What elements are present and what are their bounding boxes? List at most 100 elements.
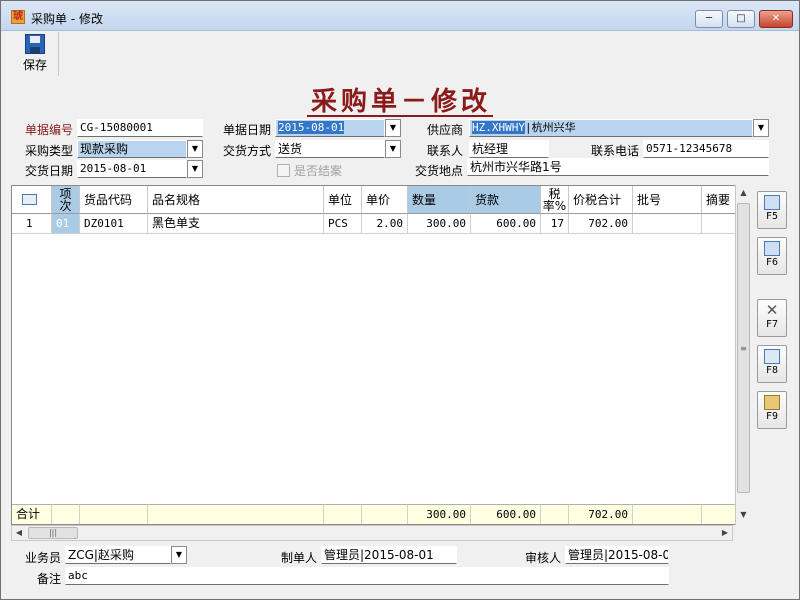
col-header-line-no[interactable]: 项次 bbox=[52, 186, 80, 214]
delivery-date-dropdown-icon[interactable]: ▼ bbox=[187, 160, 203, 178]
copy-row-button[interactable]: F8 bbox=[757, 345, 787, 383]
horizontal-scroll-thumb[interactable]: ||| bbox=[28, 527, 78, 539]
reviewer-label: 审核人 bbox=[525, 551, 562, 565]
col-header-batch-no[interactable]: 批号 bbox=[633, 186, 702, 214]
cell-amount[interactable]: 600.00 bbox=[471, 214, 541, 234]
delete-row-button[interactable]: ✕ F7 bbox=[757, 299, 787, 337]
copy-row-key: F8 bbox=[765, 365, 779, 376]
supplier-separator: | bbox=[524, 121, 532, 134]
append-row-icon bbox=[764, 241, 780, 256]
append-row-key: F6 bbox=[765, 257, 779, 268]
close-button[interactable]: ✕ bbox=[759, 10, 793, 28]
grid-horizontal-scrollbar[interactable]: ◀ ||| ▶ bbox=[11, 525, 733, 541]
supplier-field[interactable]: HZ.XHWHY|杭州兴华 bbox=[469, 119, 753, 137]
paste-row-icon bbox=[764, 395, 780, 410]
purchase-order-window: 琥 采购单 - 修改 ─ □ ✕ 保存 采购单－修改 单据编号 CG-15080… bbox=[0, 0, 800, 600]
save-button[interactable]: 保存 bbox=[15, 34, 55, 76]
col-header-quantity[interactable]: 数量 bbox=[408, 186, 471, 214]
form-title: 采购单－修改 bbox=[310, 87, 491, 117]
cell-total-with-tax[interactable]: 702.00 bbox=[569, 214, 633, 234]
closed-checkbox-label: 是否结案 bbox=[294, 164, 343, 178]
totals-empty-cell bbox=[80, 504, 148, 524]
supplier-label: 供应商 bbox=[427, 123, 464, 137]
delivery-method-select[interactable]: 送货 bbox=[275, 140, 385, 158]
toolbar: 保存 bbox=[9, 32, 59, 76]
grid-vertical-scrollbar[interactable]: ▲ ≡ ▼ bbox=[735, 185, 751, 525]
doc-date-value: 2015-08-01 bbox=[278, 121, 345, 134]
reviewer-field: 管理员|2015-08-01 bbox=[565, 546, 669, 564]
doc-date-dropdown-icon[interactable]: ▼ bbox=[385, 119, 401, 137]
col-header-amount[interactable]: 货款 bbox=[471, 186, 541, 214]
doc-no-label: 单据编号 bbox=[25, 123, 74, 137]
save-button-label: 保存 bbox=[22, 58, 47, 72]
cell-line-no[interactable]: 01 bbox=[52, 214, 80, 234]
minimize-button[interactable]: ─ bbox=[695, 10, 723, 28]
totals-empty-cell bbox=[362, 504, 408, 524]
doc-no-field[interactable]: CG-15080001 bbox=[77, 119, 203, 137]
remark-label: 备注 bbox=[37, 572, 62, 586]
purchase-type-dropdown-icon[interactable]: ▼ bbox=[187, 140, 203, 158]
app-logo-icon: 琥 bbox=[11, 10, 25, 24]
totals-quantity: 300.00 bbox=[408, 504, 471, 524]
insert-row-button[interactable]: F5 bbox=[757, 191, 787, 229]
supplier-code: HZ.XHWHY bbox=[472, 121, 525, 134]
cell-item-code[interactable]: DZ0101 bbox=[80, 214, 148, 234]
totals-empty-cell bbox=[148, 504, 324, 524]
contact-field[interactable]: 杭经理 bbox=[469, 140, 549, 158]
scroll-up-arrow-icon[interactable]: ▲ bbox=[736, 185, 751, 201]
vertical-scroll-thumb[interactable]: ≡ bbox=[737, 203, 750, 493]
col-header-item-code[interactable]: 货品代码 bbox=[80, 186, 148, 214]
items-grid: 项次 货品代码 品名规格 单位 单价 数量 货款 税率% 价税合计 批号 摘要 … bbox=[11, 185, 751, 525]
form-title-underline bbox=[307, 115, 493, 117]
totals-total-with-tax: 702.00 bbox=[569, 504, 633, 524]
insert-row-icon bbox=[764, 195, 780, 210]
cell-quantity[interactable]: 300.00 bbox=[408, 214, 471, 234]
doc-date-label: 单据日期 bbox=[223, 123, 272, 137]
delivery-place-field[interactable]: 杭州市兴华路1号 bbox=[467, 158, 769, 176]
totals-amount: 600.00 bbox=[471, 504, 541, 524]
row-number[interactable]: 1 bbox=[12, 214, 52, 234]
cell-unit[interactable]: PCS bbox=[324, 214, 362, 234]
phone-field[interactable]: 0571-12345678 bbox=[643, 140, 769, 158]
col-header-item-name[interactable]: 品名规格 bbox=[148, 186, 324, 214]
purchase-type-label: 采购类型 bbox=[25, 144, 74, 158]
totals-empty-cell bbox=[52, 504, 80, 524]
supplier-name: 杭州兴华 bbox=[531, 121, 576, 134]
scroll-down-arrow-icon[interactable]: ▼ bbox=[736, 507, 751, 523]
title-bar[interactable]: 琥 采购单 - 修改 ─ □ ✕ bbox=[1, 1, 799, 31]
cell-item-name[interactable]: 黑色单支 bbox=[148, 214, 324, 234]
cell-unit-price[interactable]: 2.00 bbox=[362, 214, 408, 234]
totals-empty-cell bbox=[702, 504, 736, 524]
totals-empty-cell bbox=[324, 504, 362, 524]
col-header-tax-rate[interactable]: 税率% bbox=[541, 186, 569, 214]
paste-row-button[interactable]: F9 bbox=[757, 391, 787, 429]
doc-date-field[interactable]: 2015-08-01 bbox=[275, 119, 385, 137]
salesman-select[interactable]: ZCG|赵采购 bbox=[65, 546, 171, 564]
col-header-total-with-tax[interactable]: 价税合计 bbox=[569, 186, 633, 214]
cell-memo[interactable] bbox=[702, 214, 736, 234]
salesman-dropdown-icon[interactable]: ▼ bbox=[171, 546, 187, 564]
remark-field[interactable]: abc bbox=[65, 567, 669, 585]
supplier-dropdown-icon[interactable]: ▼ bbox=[753, 119, 769, 137]
delete-row-icon: ✕ bbox=[765, 301, 779, 319]
paste-row-key: F9 bbox=[765, 411, 779, 422]
append-row-button[interactable]: F6 bbox=[757, 237, 787, 275]
col-header-memo[interactable]: 摘要 bbox=[702, 186, 736, 214]
scroll-left-arrow-icon[interactable]: ◀ bbox=[12, 526, 26, 540]
totals-empty-cell bbox=[541, 504, 569, 524]
contact-label: 联系人 bbox=[427, 144, 464, 158]
delivery-date-field[interactable]: 2015-08-01 bbox=[77, 160, 187, 178]
col-header-unit-price[interactable]: 单价 bbox=[362, 186, 408, 214]
closed-checkbox[interactable] bbox=[277, 164, 290, 177]
cell-tax-rate[interactable]: 17 bbox=[541, 214, 569, 234]
col-header-unit[interactable]: 单位 bbox=[324, 186, 362, 214]
grid-corner-icon[interactable] bbox=[12, 186, 52, 214]
creator-label: 制单人 bbox=[281, 551, 318, 565]
delivery-method-dropdown-icon[interactable]: ▼ bbox=[385, 140, 401, 158]
purchase-type-select[interactable]: 现款采购 bbox=[77, 140, 187, 158]
copy-row-icon bbox=[764, 349, 780, 364]
maximize-button[interactable]: □ bbox=[727, 10, 755, 28]
delete-row-key: F7 bbox=[765, 319, 779, 330]
cell-batch-no[interactable] bbox=[633, 214, 702, 234]
scroll-right-arrow-icon[interactable]: ▶ bbox=[718, 526, 732, 540]
